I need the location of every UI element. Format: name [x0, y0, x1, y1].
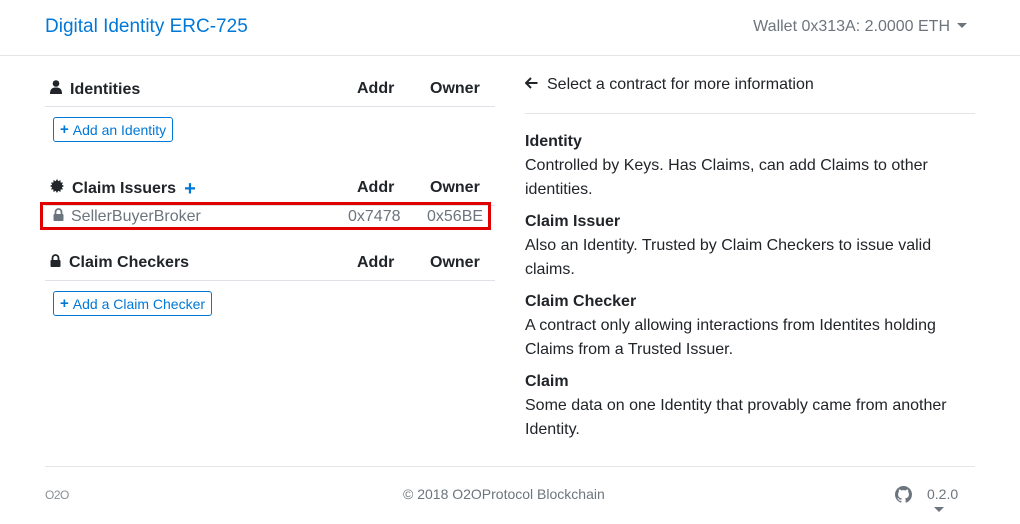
info-desc: Some data on one Identity that provably … [525, 397, 947, 438]
claim-checkers-header: Claim Checkers Addr Owner [45, 240, 495, 281]
footer: O2O © 2018 O2OProtocol Blockchain 0.2.0 [45, 466, 975, 524]
claim-issuer-owner: 0x56BE [427, 208, 484, 225]
info-title: Identity [525, 133, 582, 150]
plus-icon: + [60, 121, 69, 138]
info-title: Claim Checker [525, 293, 637, 310]
info-list: Identity Controlled by Keys. Has Claims,… [525, 130, 975, 442]
caret-down-icon [934, 507, 944, 512]
navbar: Digital Identity ERC-725 Wallet 0x313A: … [0, 0, 1020, 56]
github-icon[interactable] [895, 486, 913, 506]
claim-issuers-owner-header: Owner [430, 179, 480, 196]
version-label: 0.2.0 [927, 486, 959, 502]
claim-issuers-addr-header: Addr [357, 179, 395, 196]
claim-issuer-addr: 0x7478 [348, 208, 401, 225]
lock-icon [53, 208, 64, 226]
add-claim-checker-label: Add a Claim Checker [72, 295, 206, 312]
wallet-label: Wallet 0x313A: 2.0000 ETH [753, 18, 950, 35]
info-title: Claim [525, 373, 569, 390]
wallet-dropdown[interactable]: Wallet 0x313A: 2.0000 ETH [753, 18, 967, 36]
contracts-panel: Identities Addr Owner + Add an Identity C… [45, 62, 495, 206]
claim-checkers-addr-header: Addr [357, 254, 395, 271]
info-item: Claim Checker A contract only allowing i… [525, 290, 975, 362]
select-message: Select a contract for more information [547, 76, 814, 93]
info-item: Claim Some data on one Identity that pro… [525, 370, 975, 442]
arrow-left-icon [524, 76, 538, 94]
identities-addr-header: Addr [357, 80, 395, 97]
brand-link[interactable]: Digital Identity ERC-725 [45, 16, 248, 38]
user-icon [50, 80, 62, 99]
add-identity-label: Add an Identity [72, 121, 167, 138]
identities-owner-header: Owner [430, 80, 480, 97]
add-claim-checker-button[interactable]: + Add a Claim Checker [53, 291, 213, 316]
info-item: Claim Issuer Also an Identity. Trusted b… [525, 210, 975, 282]
claim-issuer-name: SellerBuyerBroker [71, 208, 201, 225]
certificate-icon [50, 179, 64, 198]
add-claim-issuer-button[interactable]: + [184, 179, 196, 199]
claim-issuers-header: Claim Issuers + Addr Owner [45, 169, 495, 206]
info-desc: A contract only allowing interactions fr… [525, 317, 936, 358]
claim-issuers-title: Claim Issuers [72, 179, 177, 197]
info-panel: Select a contract for more information I… [524, 62, 975, 450]
info-item: Identity Controlled by Keys. Has Claims,… [525, 130, 975, 202]
info-desc: Controlled by Keys. Has Claims, can add … [525, 157, 928, 198]
plus-icon: + [60, 295, 69, 312]
info-desc: Also an Identity. Trusted by Claim Check… [525, 237, 932, 278]
add-identity-button[interactable]: + Add an Identity [53, 117, 174, 142]
claim-checkers-title: Claim Checkers [69, 254, 190, 271]
version-dropdown[interactable]: 0.2.0 [927, 486, 975, 518]
footer-copyright: © 2018 O2OProtocol Blockchain [403, 486, 605, 502]
claim-checkers-owner-header: Owner [430, 254, 480, 271]
info-title: Claim Issuer [525, 213, 621, 230]
lock-icon [50, 254, 61, 272]
claim-issuer-row[interactable]: SellerBuyerBroker 0x7478 0x56BE [40, 202, 491, 230]
caret-down-icon [957, 23, 967, 28]
footer-logo: O2O [45, 488, 69, 502]
identities-header: Identities Addr Owner [45, 62, 495, 107]
select-message-bar: Select a contract for more information [524, 62, 975, 114]
claim-checkers-panel: Claim Checkers Addr Owner + Add a Claim C… [45, 240, 495, 335]
identities-title: Identities [70, 80, 141, 98]
